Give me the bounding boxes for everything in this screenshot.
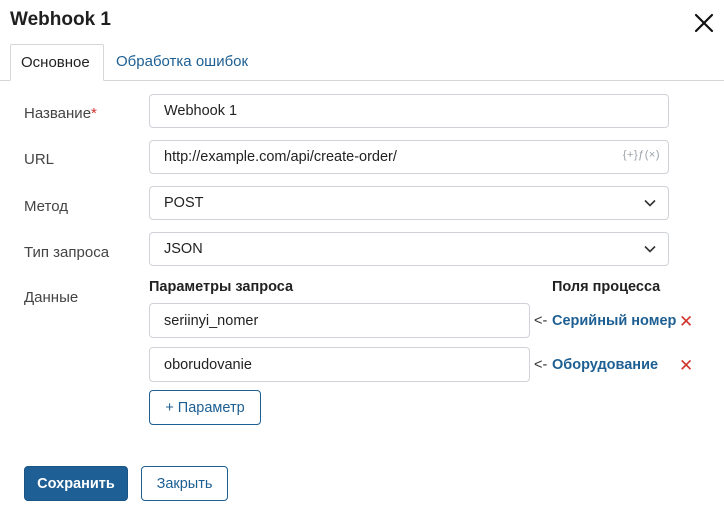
- params-column-header: Параметры запроса: [149, 279, 294, 295]
- required-mark: *: [91, 105, 97, 122]
- delete-icon[interactable]: ✕: [679, 313, 693, 330]
- url-field[interactable]: {+}ƒ(×): [149, 140, 669, 174]
- mapping-arrow: <-: [534, 357, 548, 373]
- name-label: Название*: [24, 105, 97, 122]
- mapping-arrow: <-: [534, 313, 548, 329]
- chevron-down-icon: [644, 199, 656, 207]
- delete-icon[interactable]: ✕: [679, 357, 693, 374]
- tab-error-handling[interactable]: Обработка ошибок: [106, 44, 258, 79]
- param-input[interactable]: [164, 356, 515, 373]
- url-input[interactable]: [164, 149, 654, 165]
- chevron-down-icon: [644, 245, 656, 253]
- url-label: URL: [24, 151, 55, 168]
- method-select[interactable]: POST: [149, 186, 669, 220]
- data-label: Данные: [24, 289, 79, 306]
- request-type-select[interactable]: JSON: [149, 232, 669, 266]
- process-field-link[interactable]: Серийный номер: [552, 313, 676, 329]
- dialog-title: Webhook 1: [10, 9, 111, 30]
- process-fields-column-header: Поля процесса: [552, 279, 661, 295]
- close-button[interactable]: Закрыть: [141, 466, 228, 501]
- method-value: POST: [164, 195, 204, 211]
- method-label: Метод: [24, 198, 68, 215]
- request-type-value: JSON: [164, 241, 203, 257]
- add-parameter-button[interactable]: + Параметр: [149, 390, 261, 425]
- tab-bar: Основное Обработка ошибок: [0, 44, 724, 81]
- param-input-row-1[interactable]: [149, 303, 530, 338]
- process-field-link[interactable]: Оборудование: [552, 357, 658, 373]
- tab-main[interactable]: Основное: [10, 44, 104, 81]
- name-input[interactable]: [164, 103, 654, 119]
- param-input[interactable]: [164, 312, 515, 329]
- name-field[interactable]: [149, 94, 669, 128]
- close-icon[interactable]: [692, 11, 716, 35]
- request-type-label: Тип запроса: [24, 244, 110, 261]
- param-input-row-2[interactable]: [149, 347, 530, 382]
- name-label-text: Название: [24, 105, 92, 122]
- variable-function-icon[interactable]: {+}ƒ(×): [623, 149, 660, 161]
- save-button[interactable]: Сохранить: [24, 466, 128, 501]
